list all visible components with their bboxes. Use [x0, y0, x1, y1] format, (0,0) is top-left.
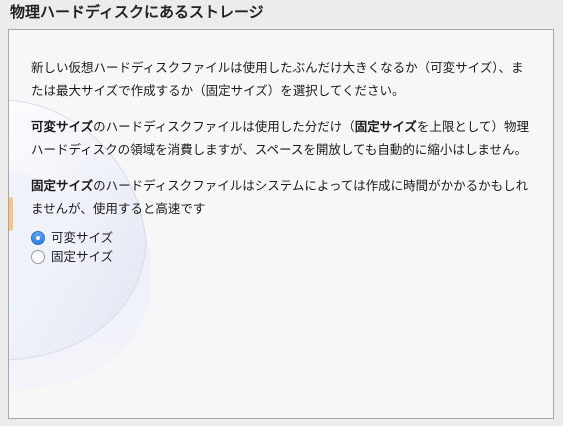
fixed-size-option[interactable]: 固定サイズ	[31, 247, 535, 266]
dynamic-size-option[interactable]: 可変サイズ	[31, 228, 535, 247]
page-title: 物理ハードディスクにあるストレージ	[10, 3, 264, 21]
dynamic-size-text-1: のハードディスクファイルは使用した分だけ（	[93, 119, 355, 134]
fixed-size-radio[interactable]	[31, 249, 45, 264]
fixed-size-term: 固定サイズ	[31, 178, 94, 193]
panel-content: 新しい仮想ハードディスクファイルは使用したぶんだけ大きくなるか（可変サイズ）、ま…	[9, 30, 553, 266]
storage-type-radio-group: 可変サイズ 固定サイズ	[31, 228, 535, 266]
fixed-size-term-inline: 固定サイズ	[354, 119, 417, 134]
dynamic-size-radio[interactable]	[31, 230, 45, 245]
storage-type-page: 物理ハードディスクにあるストレージ 新しい仮想ハードディスクファイルは使用したぶ…	[0, 0, 563, 426]
fixed-size-text: のハードディスクファイルはシステムによっては作成に時間がかかるかもしれませんが、…	[31, 178, 529, 216]
fixed-size-description: 固定サイズのハードディスクファイルはシステムによっては作成に時間がかかるかもしれ…	[31, 174, 535, 220]
dynamic-size-term: 可変サイズ	[31, 119, 94, 134]
dynamic-size-description: 可変サイズのハードディスクファイルは使用した分だけ（固定サイズを上限として）物理…	[31, 115, 535, 161]
dynamic-size-option-label[interactable]: 可変サイズ	[51, 228, 113, 247]
storage-options-panel: 新しい仮想ハードディスクファイルは使用したぶんだけ大きくなるか（可変サイズ）、ま…	[8, 29, 554, 419]
intro-text: 新しい仮想ハードディスクファイルは使用したぶんだけ大きくなるか（可変サイズ）、ま…	[31, 60, 524, 98]
fixed-size-option-label[interactable]: 固定サイズ	[51, 247, 113, 266]
